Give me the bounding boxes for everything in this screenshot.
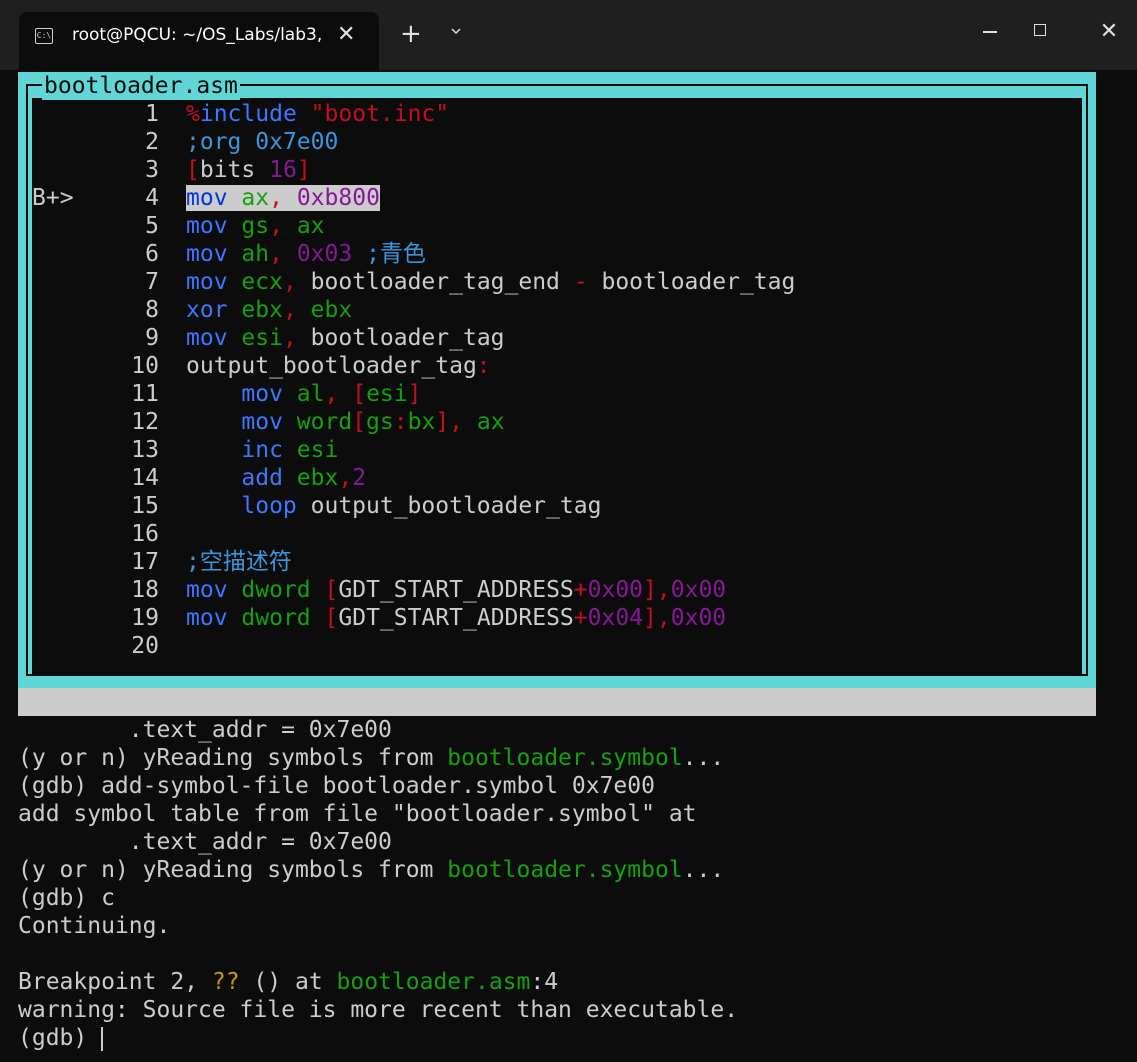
line-number: 6 xyxy=(145,241,159,267)
console-line: (gdb) add-symbol-file bootloader.symbol … xyxy=(18,773,655,799)
line-number: 10 xyxy=(131,353,159,379)
line-number: 8 xyxy=(145,297,159,323)
line-number: 1 xyxy=(145,101,159,127)
code-line: %include "boot.inc" xyxy=(186,101,450,127)
line-number: 3 xyxy=(145,157,159,183)
minimize-icon xyxy=(983,31,997,33)
terminal-tab[interactable]: C:\ root@PQCU: ~/OS_Labs/lab3, ✕ xyxy=(19,12,379,70)
maximize-icon xyxy=(1034,24,1046,36)
line-number: 2 xyxy=(145,129,159,155)
line-number: 20 xyxy=(131,633,159,659)
line-number: 15 xyxy=(131,493,159,519)
line-number: 9 xyxy=(145,325,159,351)
code-line: inc esi xyxy=(241,437,339,463)
text-cursor xyxy=(101,1026,104,1051)
code-line: mov ecx, bootloader_tag_end - bootloader… xyxy=(186,269,796,295)
close-window-button[interactable]: ✕ xyxy=(1089,14,1129,50)
maximize-button[interactable] xyxy=(1020,14,1060,50)
code-line: ;org 0x7e00 xyxy=(186,129,339,155)
console-line: warning: Source file is more recent than… xyxy=(18,997,739,1023)
code-line: output_bootloader_tag: xyxy=(186,353,491,379)
terminal-icon: C:\ xyxy=(35,28,53,44)
status-line: L4 xyxy=(858,745,886,771)
new-tab-button[interactable]: + xyxy=(400,20,422,48)
code-line: loop output_bootloader_tag xyxy=(241,493,602,519)
code-line: mov esi, bootloader_tag xyxy=(186,325,505,351)
line-number: 16 xyxy=(131,521,159,547)
console-line: .text_addr = 0x7e00 xyxy=(18,717,392,743)
code-line: xor ebx, ebx xyxy=(186,297,353,323)
code-line: [bits 16] xyxy=(186,157,311,183)
line-number: 5 xyxy=(145,213,159,239)
line-number: 17 xyxy=(131,549,159,575)
code-line: mov word[gs:bx], ax xyxy=(241,409,505,435)
console-line: (y or n) yReading symbols from bootloade… xyxy=(18,857,725,883)
close-tab-icon[interactable]: ✕ xyxy=(337,22,355,47)
gdb-prompt[interactable]: (gdb) xyxy=(18,1024,104,1052)
code-line: mov gs, ax xyxy=(186,213,325,239)
code-line: mov ax, 0xb800 xyxy=(186,185,380,211)
console-line: (gdb) c xyxy=(18,885,115,911)
source-window-title: bootloader.asm xyxy=(42,72,240,100)
line-number: 11 xyxy=(131,381,159,407)
terminal[interactable]: bootloader.asm B+> 1 2 3 4 5 6 7 8 9 10 … xyxy=(0,70,1137,1062)
console-line: .text_addr = 0x7e00 xyxy=(18,829,392,855)
status-pc: PC: 0x7e00 xyxy=(942,773,1081,799)
console-line: Continuing. xyxy=(18,913,171,939)
line-number: 14 xyxy=(131,465,159,491)
code-line: add ebx,2 xyxy=(241,465,367,491)
line-number: 12 xyxy=(131,409,159,435)
code-line: mov dword [GDT_START_ADDRESS+0x04],0x00 xyxy=(186,605,727,631)
line-number: 19 xyxy=(131,605,159,631)
tab-title: root@PQCU: ~/OS_Labs/lab3, xyxy=(72,25,323,45)
code-line: mov ah, 0x03 ;青色 xyxy=(186,241,426,267)
line-number: 4 xyxy=(145,185,159,211)
minimize-button[interactable] xyxy=(970,14,1010,50)
console-line: add symbol table from file "bootloader.s… xyxy=(18,801,697,827)
code-line: ;空描述符 xyxy=(186,549,292,575)
title-bar: C:\ root@PQCU: ~/OS_Labs/lab3, ✕ + ✕ xyxy=(0,0,1137,70)
code-line: mov al, [esi] xyxy=(241,381,422,407)
code-line: mov dword [GDT_START_ADDRESS+0x00],0x00 xyxy=(186,577,727,603)
line-number: 18 xyxy=(131,577,159,603)
status-bar: remote Thread 1.1 In: L4 PC: 0x7e00 xyxy=(18,688,1096,799)
line-number: 13 xyxy=(131,437,159,463)
chevron-down-icon[interactable] xyxy=(451,26,461,36)
line-number: 7 xyxy=(145,269,159,295)
console-line: Breakpoint 2, ?? () at bootloader.asm:4 xyxy=(18,969,559,995)
console-line: (y or n) yReading symbols from bootloade… xyxy=(18,745,725,771)
